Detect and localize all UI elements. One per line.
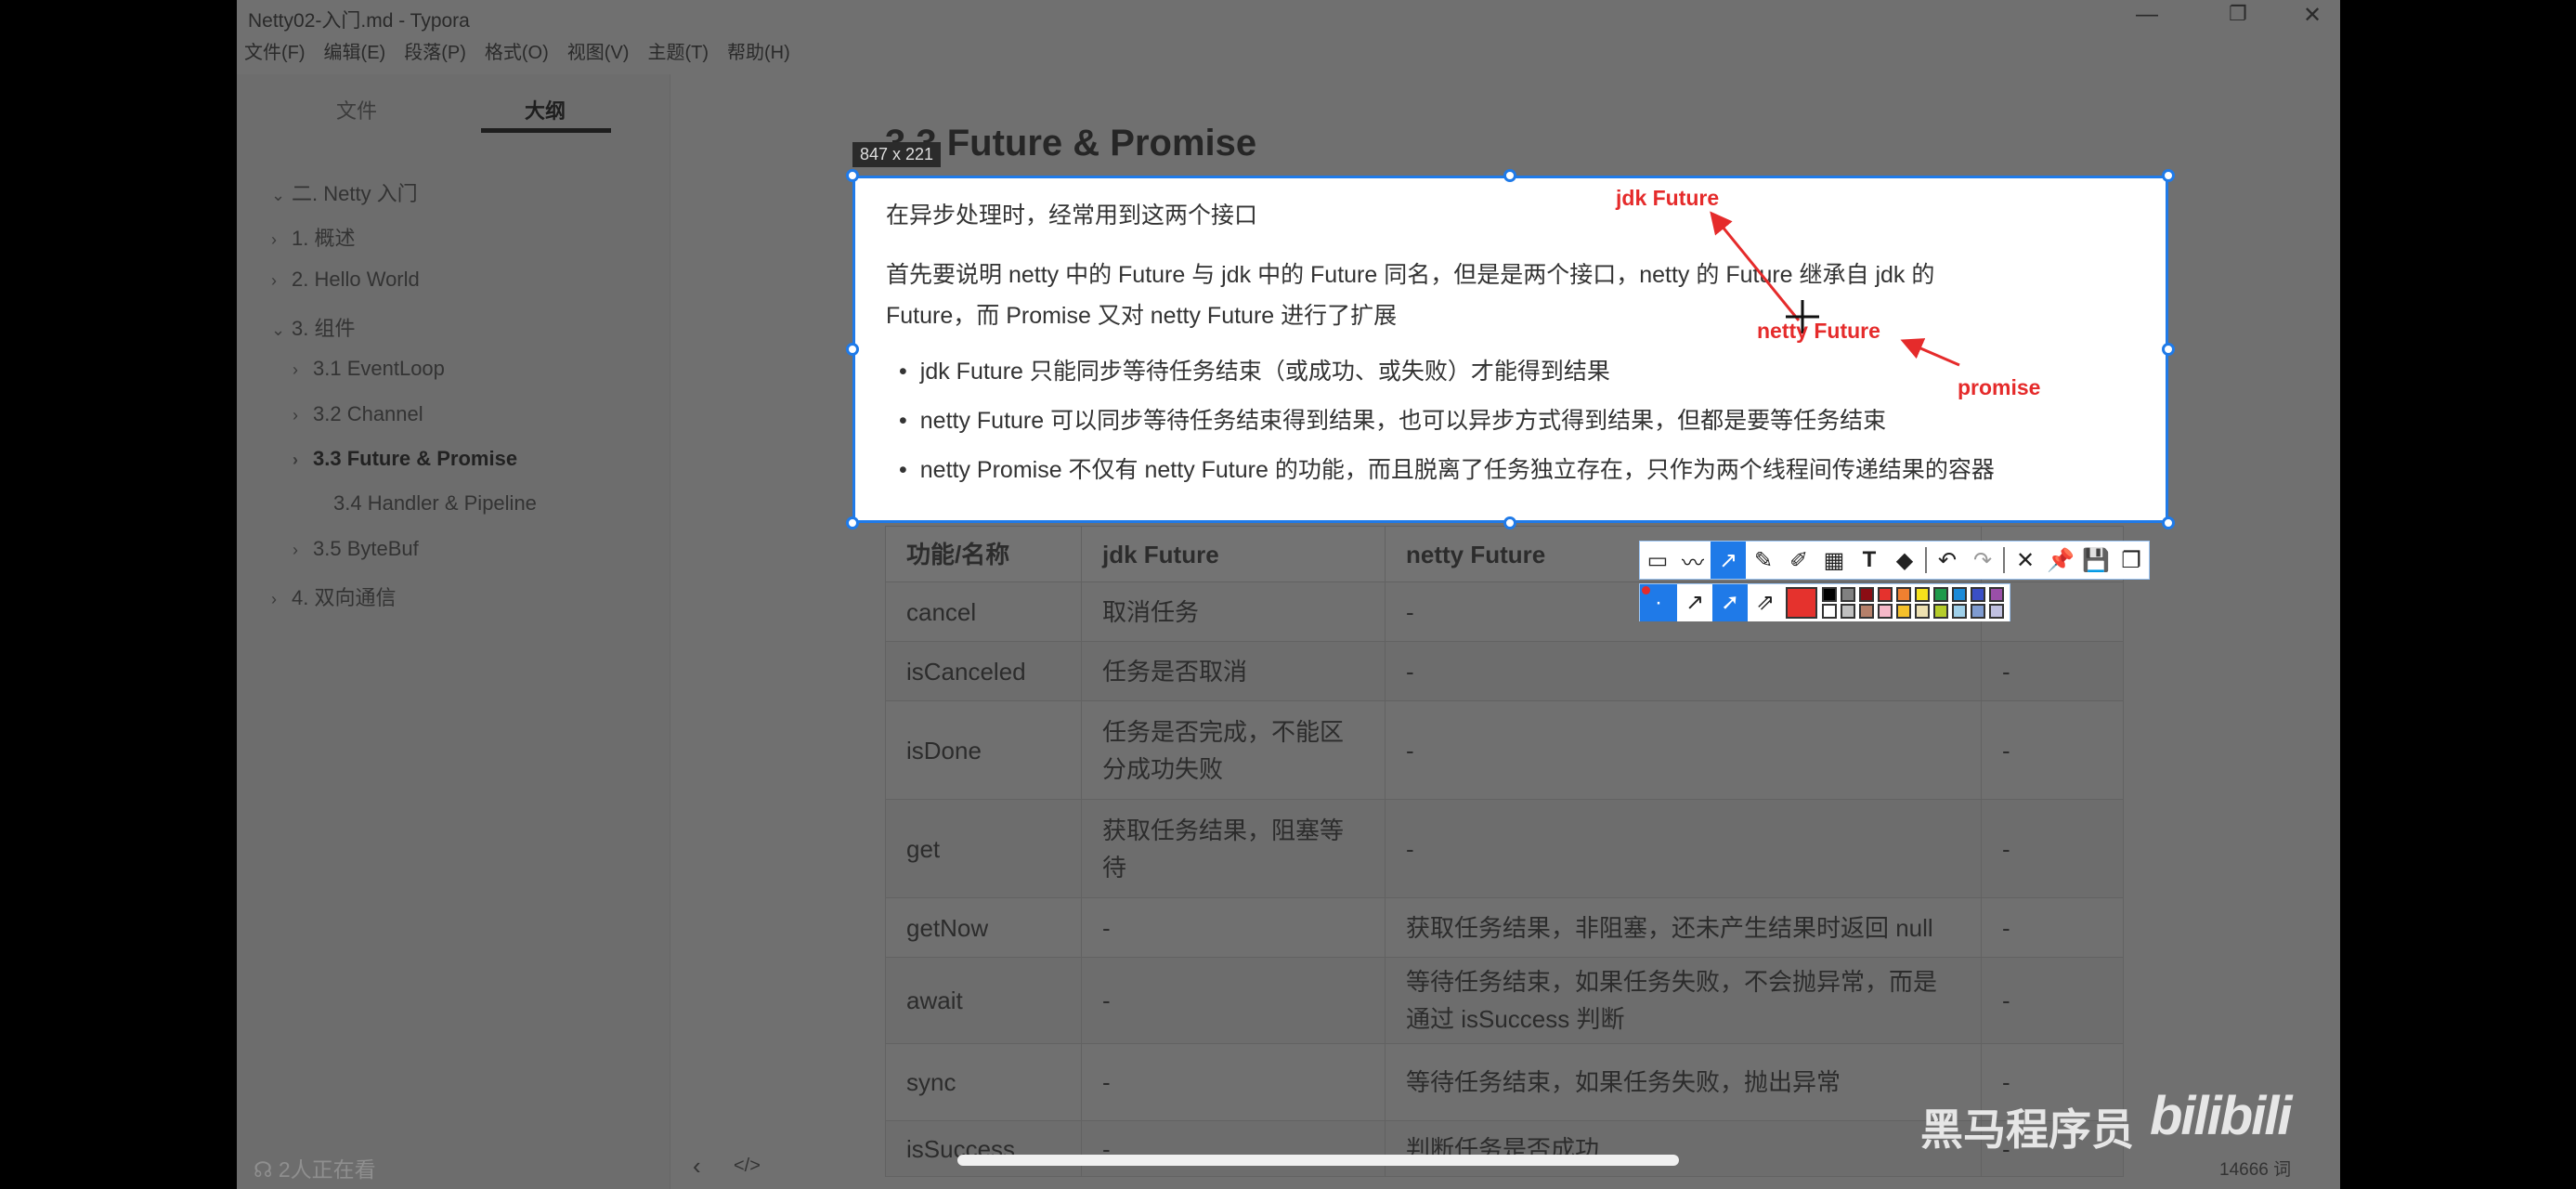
cancel-icon[interactable]: ✕ xyxy=(2008,542,2043,579)
color-palette xyxy=(1783,583,2010,621)
color-swatch[interactable] xyxy=(1822,586,1837,602)
divider xyxy=(2003,547,2005,573)
watermark-text: 黑马程序员 xyxy=(1920,1105,2134,1154)
polyline-tool-icon[interactable]: 〰 xyxy=(1675,542,1711,579)
redo-icon[interactable]: ↷ xyxy=(1965,542,2000,579)
bilibili-logo: bilibili xyxy=(2150,1086,2293,1146)
word-count: 14666 词 xyxy=(2219,1160,2292,1180)
mosaic-tool-icon[interactable]: ▦ xyxy=(1816,542,1852,579)
color-swatch[interactable] xyxy=(1878,603,1893,619)
color-swatch[interactable] xyxy=(1896,603,1911,619)
rectangle-tool-icon[interactable]: ▭ xyxy=(1640,542,1675,579)
annotation-promise: promise xyxy=(1958,375,2041,399)
annotation-arrows xyxy=(1710,211,1960,367)
color-swatch[interactable] xyxy=(1952,586,1967,602)
eraser-tool-icon[interactable]: ◆ xyxy=(1887,542,1922,579)
color-swatch[interactable] xyxy=(1822,603,1837,619)
arrow-options-toolbar: · ↗ ➚ ⇗ xyxy=(1639,583,2010,621)
color-swatch[interactable] xyxy=(1989,586,2004,602)
save-icon[interactable]: 💾 xyxy=(2078,542,2114,579)
arrow-style-thin-icon[interactable]: ↗ xyxy=(1677,583,1712,621)
color-swatch[interactable] xyxy=(1971,586,1985,602)
horizontal-scrollbar[interactable] xyxy=(957,1155,1679,1166)
color-swatch[interactable] xyxy=(1915,586,1930,602)
arrow-style-hollow-icon[interactable]: ⇗ xyxy=(1748,583,1783,621)
text-tool-icon[interactable]: T xyxy=(1852,542,1887,579)
pencil-tool-icon[interactable]: ✎ xyxy=(1746,542,1781,579)
copy-icon[interactable]: ❐ xyxy=(2114,542,2149,579)
arrow-to-jdk-future xyxy=(1710,211,1801,321)
color-swatch[interactable] xyxy=(1859,586,1874,602)
arrow-tool-icon[interactable]: ↗ xyxy=(1711,542,1746,579)
marker-tool-icon[interactable]: ✐ xyxy=(1781,542,1816,579)
color-swatch[interactable] xyxy=(1933,603,1948,619)
color-swatch[interactable] xyxy=(1971,603,1985,619)
annotation-jdk-future: jdk Future xyxy=(1616,186,1720,210)
color-swatch[interactable] xyxy=(1841,603,1855,619)
current-color-swatch[interactable] xyxy=(1786,586,1817,619)
annotation-toolbar: ▭ 〰 ↗ ✎ ✐ ▦ T ◆ ↶ ↷ ✕ 📌 💾 ❐ xyxy=(1639,541,2150,580)
color-swatch[interactable] xyxy=(1915,603,1930,619)
color-swatch[interactable] xyxy=(1878,586,1893,602)
divider xyxy=(1925,547,1927,573)
pin-icon[interactable]: 📌 xyxy=(2043,542,2078,579)
undo-icon[interactable]: ↶ xyxy=(1930,542,1965,579)
color-swatch[interactable] xyxy=(1933,586,1948,602)
arrow-to-netty-future xyxy=(1900,338,1960,367)
annotation-netty-future: netty Future xyxy=(1757,319,1880,343)
color-swatch[interactable] xyxy=(1859,603,1874,619)
color-swatch[interactable] xyxy=(1952,603,1967,619)
color-swatch[interactable] xyxy=(1841,586,1855,602)
color-swatch[interactable] xyxy=(1896,586,1911,602)
stroke-size-icon[interactable]: · xyxy=(1640,583,1677,621)
arrow-style-solid-icon[interactable]: ➚ xyxy=(1712,583,1748,621)
color-swatch[interactable] xyxy=(1989,603,2004,619)
